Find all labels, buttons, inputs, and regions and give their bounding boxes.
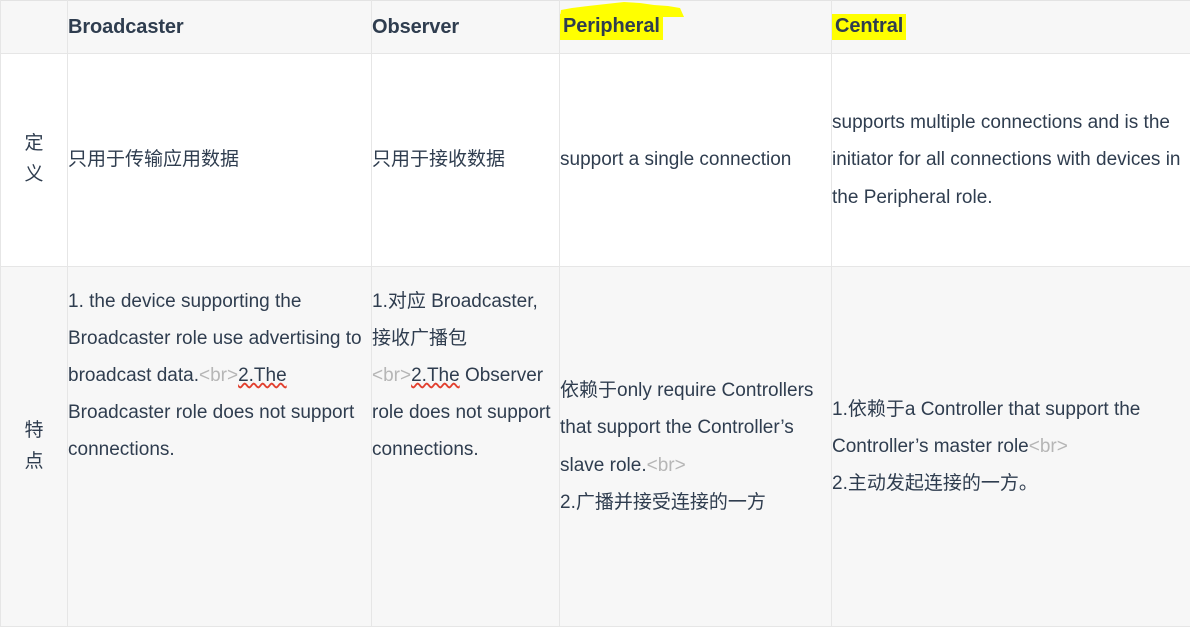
table-body: 定义 只用于传输应用数据 只用于接收数据 support a single co… [0, 53, 1190, 627]
cell-definition-peripheral: support a single connection [559, 53, 832, 267]
comparison-table-container: Broadcaster Observer Peripheral Central … [0, 0, 1190, 627]
features-broadcaster-part2: Broadcaster role does not support connec… [68, 402, 355, 461]
header-label-central: Central [835, 15, 904, 37]
cell-features-peripheral: 依赖于only require Controllers that support… [559, 266, 832, 627]
misspelled-word: 2.The [238, 365, 287, 387]
cell-definition-broadcaster: 只用于传输应用数据 [67, 53, 372, 267]
features-central-part1: 1.依赖于a Controller that support the Contr… [832, 398, 1141, 457]
features-peripheral-part2: 2.广播并接受连接的一方 [560, 491, 766, 513]
literal-br-tag: <br> [372, 365, 412, 387]
table-row-features: 特点 1. the device supporting the Broadcas… [0, 266, 1190, 627]
literal-br-tag: <br> [198, 365, 239, 387]
header-label-broadcaster: Broadcaster [68, 15, 184, 38]
highlight-central: Central [832, 14, 907, 40]
header-cell-peripheral: Peripheral [559, 0, 832, 54]
table-header: Broadcaster Observer Peripheral Central [0, 0, 1190, 54]
cell-definition-central: supports multiple connections and is the… [831, 53, 1190, 267]
header-cell-blank [0, 0, 68, 54]
row-label-features: 特点 [0, 266, 68, 627]
features-central-part2: 2.主动发起连接的一方。 [832, 473, 1038, 495]
row-label-definition: 定义 [0, 53, 68, 267]
header-row: Broadcaster Observer Peripheral Central [0, 0, 1190, 54]
literal-br-tag: <br> [1028, 435, 1068, 457]
cell-features-observer: 1.对应 Broadcaster, 接收广播包 <br>2.The Observ… [371, 266, 560, 627]
features-peripheral-part1: 依赖于only require Controllers that support… [560, 380, 814, 476]
table-row-definition: 定义 只用于传输应用数据 只用于接收数据 support a single co… [0, 53, 1190, 267]
features-observer-part1: 1.对应 Broadcaster, 接收广播包 [372, 291, 538, 350]
cell-features-broadcaster: 1. the device supporting the Broadcaster… [67, 266, 372, 627]
header-label-observer: Observer [372, 15, 460, 38]
header-cell-broadcaster: Broadcaster [67, 0, 372, 54]
header-cell-central: Central [831, 0, 1190, 54]
header-cell-observer: Observer [371, 0, 560, 54]
highlight-peripheral: Peripheral [560, 2, 684, 40]
misspelled-word: 2.The [411, 365, 460, 387]
literal-br-tag: <br> [646, 454, 686, 476]
header-label-peripheral: Peripheral [563, 15, 660, 37]
cell-definition-observer: 只用于接收数据 [371, 53, 560, 267]
cell-features-central: 1.依赖于a Controller that support the Contr… [831, 266, 1190, 627]
ble-roles-comparison-table: Broadcaster Observer Peripheral Central … [0, 0, 1190, 627]
